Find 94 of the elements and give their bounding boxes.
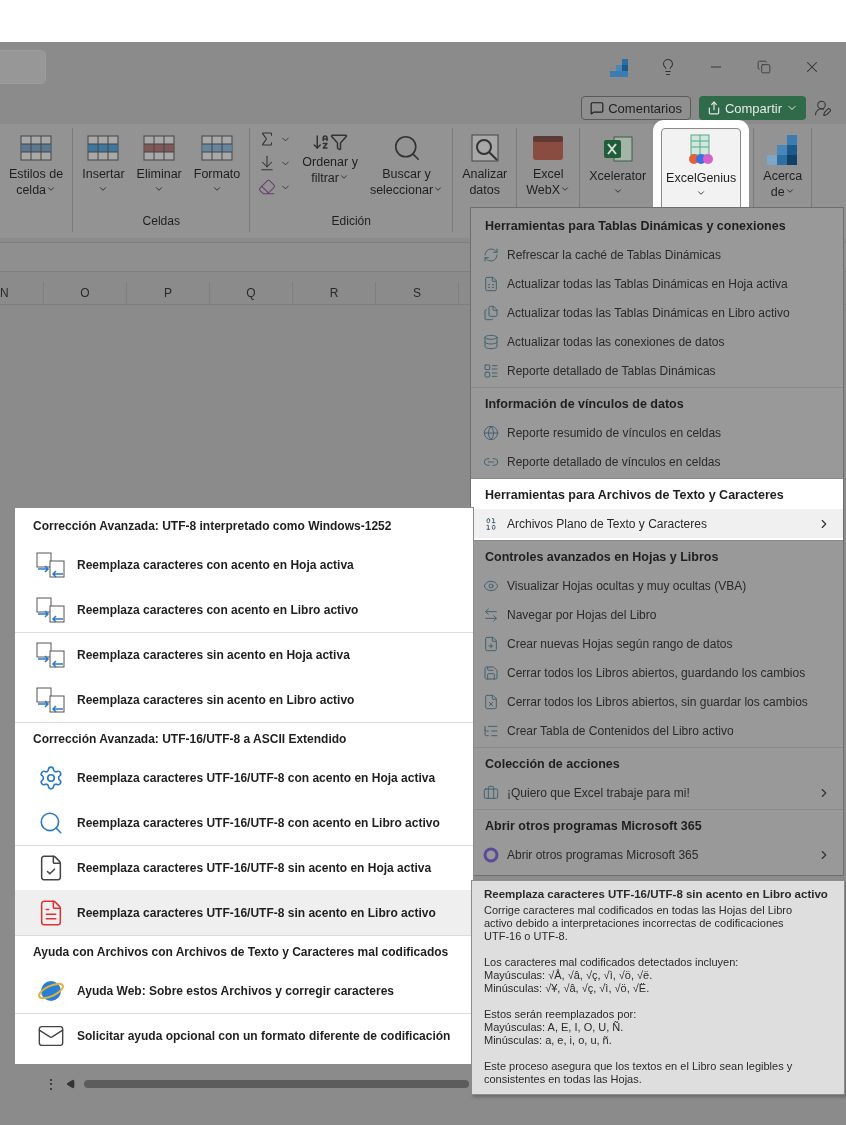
tooltip-paragraph: Corrige caracteres mal codificados en todas las Hojas del Libro activo debido a interpretaciones incorrectas de codificaciones UTF-16 o UTF-8. xyxy=(484,904,794,943)
tooltip-paragraph: Este proceso asegura que los textos en el Libro sean legibles y consistentes en todas las Hojas. xyxy=(484,1060,794,1086)
restore-icon[interactable] xyxy=(757,60,771,74)
column-header[interactable]: N xyxy=(0,286,9,300)
menu-item[interactable]: Abrir otros programas Microsoft 365 xyxy=(471,840,843,869)
menu-item[interactable]: Reemplaza caracteres UTF-16/UTF-8 con acento en Libro activo xyxy=(15,800,473,845)
ribbon-button[interactable]: Formato xyxy=(188,128,246,214)
tooltip-title: Reemplaza caracteres UTF-16/UTF-8 sin acento en Libro activo xyxy=(484,888,829,900)
tooltip-paragraph: Los caracteres mal codificados detectados incluyen: Mayúsculas: √Å, √â, √ç, √ì, √ö, √ë. Minúsculas: √¥, √â, √ç, √ì, √ö, √Ë. xyxy=(484,956,740,995)
column-header[interactable]: P xyxy=(164,286,172,300)
refresh-icon xyxy=(483,246,499,263)
share-button[interactable]: Compartir xyxy=(698,96,806,120)
menu-section-title: Herramientas para Tablas Dinámicas y conexiones xyxy=(485,219,786,233)
column-header[interactable]: S xyxy=(413,286,421,300)
menu-section-title: Corrección Avanzada: UTF-8 interpretado como Windows-1252 xyxy=(33,519,392,533)
binary-file-icon xyxy=(483,515,499,532)
menu-item[interactable]: Crear Tabla de Contenidos del Libro activo xyxy=(471,716,843,745)
menu-item[interactable]: Crear nuevas Hojas según rango de datos xyxy=(471,629,843,658)
format-table-icon xyxy=(200,133,234,163)
column-header[interactable]: Q xyxy=(246,286,256,300)
menu-item[interactable]: Reemplaza caracteres con acento en Hoja activa xyxy=(15,542,473,587)
globe-icon xyxy=(483,424,499,441)
gear-icon xyxy=(38,765,64,791)
ribbon-button[interactable]: Ordenar y filtrar xyxy=(297,128,363,214)
menu-item[interactable]: Reporte detallado de vínculos en celdas xyxy=(471,447,843,476)
menu-section-title: Corrección Avanzada: UTF-16/UTF-8 a ASCII Extendido xyxy=(33,732,347,746)
ribbon-button[interactable]: Eliminar xyxy=(131,128,187,214)
insert-table-icon xyxy=(86,133,121,163)
search-icon xyxy=(38,810,64,836)
tooltip-paragraph: Estos serán reemplazados por: Mayúsculas: A, E, I, O, U, Ñ. Minúsculas: a, e, i, o, u, ñ. xyxy=(484,1008,638,1047)
app-logo-icon xyxy=(610,57,630,77)
stacked-blocks-icon xyxy=(766,133,799,165)
menu-item[interactable]: Visualizar Hojas ocultas y muy ocultas (VBA) xyxy=(471,571,843,600)
speech-bubble-icon xyxy=(590,101,605,115)
fill-button[interactable] xyxy=(258,154,292,172)
delete-table-icon xyxy=(142,133,177,163)
arrows-icon xyxy=(483,606,499,623)
list-layout-icon xyxy=(483,362,499,379)
menu-item[interactable]: Archivos Plano de Texto y Caracteres xyxy=(471,509,843,538)
menu-section-title: Controles avanzados en Hojas y Libros xyxy=(485,550,719,564)
eraser-icon xyxy=(258,178,277,196)
menu-item[interactable]: Refrescar la caché de Tablas Dinámicas xyxy=(471,240,843,269)
column-header[interactable]: O xyxy=(80,286,90,300)
menu-section-title: Abrir otros programas Microsoft 365 xyxy=(485,819,702,833)
menu-item[interactable]: Reemplaza caracteres con acento en Libro activo xyxy=(15,587,473,632)
menu-section-title: Información de vínculos de datos xyxy=(485,397,684,411)
swap-documents-icon xyxy=(36,597,66,623)
sort-filter-icon xyxy=(312,133,349,151)
web-window-icon xyxy=(532,133,565,163)
menu-item[interactable]: Reporte detallado de Tablas Dinámicas xyxy=(471,356,843,385)
swap-documents-icon xyxy=(36,642,66,668)
ribbon-button[interactable]: Acerca de xyxy=(758,128,808,214)
column-header[interactable]: R xyxy=(329,286,339,300)
swap-documents-icon xyxy=(36,552,66,578)
spreadsheet-app-icon xyxy=(601,133,634,165)
scroll-left-icon[interactable] xyxy=(66,1079,76,1089)
analyze-data-icon xyxy=(469,133,500,163)
file-x-icon xyxy=(483,693,499,710)
cell-styles-icon xyxy=(19,133,54,163)
files-icon xyxy=(483,304,499,321)
menu-item[interactable]: Reemplaza caracteres sin acento en Hoja activa xyxy=(15,632,473,677)
menu-item[interactable]: Reemplaza caracteres sin acento en Libro activo xyxy=(15,677,473,722)
menu-item[interactable]: Reporte resumido de vínculos en celdas xyxy=(471,418,843,447)
menu-section-title: Herramientas para Archivos de Texto y Caracteres xyxy=(485,488,784,502)
sheet-options[interactable]: ⋮ xyxy=(44,1076,58,1092)
person-icon[interactable] xyxy=(814,99,832,117)
group-label: Celdas xyxy=(142,214,180,228)
ribbon-button[interactable]: Buscar y seleccionar xyxy=(364,128,449,214)
menu-item[interactable]: Navegar por Hojas del Libro xyxy=(471,600,843,629)
menu-section-title: Ayuda con Archivos con Archivos de Texto y Caracteres mal codificados xyxy=(33,945,449,959)
ribbon-button[interactable]: Insertar xyxy=(77,128,130,214)
menu-item[interactable]: Reemplaza caracteres UTF-16/UTF-8 sin acento en Libro activo xyxy=(15,890,473,935)
scrollbar[interactable] xyxy=(84,1080,469,1088)
menu-item[interactable]: Actualizar todas las Tablas Dinámicas en Libro activo xyxy=(471,298,843,327)
menu-section-title: Colección de acciones xyxy=(485,757,620,771)
swap-documents-icon xyxy=(36,687,66,713)
share-icon xyxy=(706,101,721,115)
menu-item[interactable]: Cerrar todos los Libros abiertos, guardando los cambios xyxy=(471,658,843,687)
clear-button[interactable] xyxy=(258,178,292,196)
file-plus-icon xyxy=(483,635,499,652)
comments-button[interactable]: Comentarios xyxy=(581,96,691,120)
ring-logo-icon xyxy=(483,846,499,863)
menu-item[interactable]: Actualizar todas las conexiones de datos xyxy=(471,327,843,356)
database-icon xyxy=(483,333,499,350)
group-label: Edición xyxy=(331,214,371,228)
menu-item[interactable]: ¡Quiero que Excel trabaje para mi! xyxy=(471,778,843,807)
save-icon xyxy=(483,664,499,681)
menu-item[interactable]: Actualizar todas las Tablas Dinámicas en Hoja activa xyxy=(471,269,843,298)
menu-item[interactable]: Reemplaza caracteres UTF-16/UTF-8 con acento en Hoja activa xyxy=(15,755,473,800)
ribbon-button[interactable]: Estilos de celda xyxy=(4,128,69,214)
briefcase-icon xyxy=(483,784,499,801)
menu-item[interactable]: Cerrar todos los Libros abiertos, sin guardar los cambios xyxy=(471,687,843,716)
ribbon-button[interactable]: Analizar datos xyxy=(457,128,513,214)
menu-item[interactable]: Ayuda Web: Sobre estos Archivos y corregir caracteres xyxy=(15,968,473,1013)
